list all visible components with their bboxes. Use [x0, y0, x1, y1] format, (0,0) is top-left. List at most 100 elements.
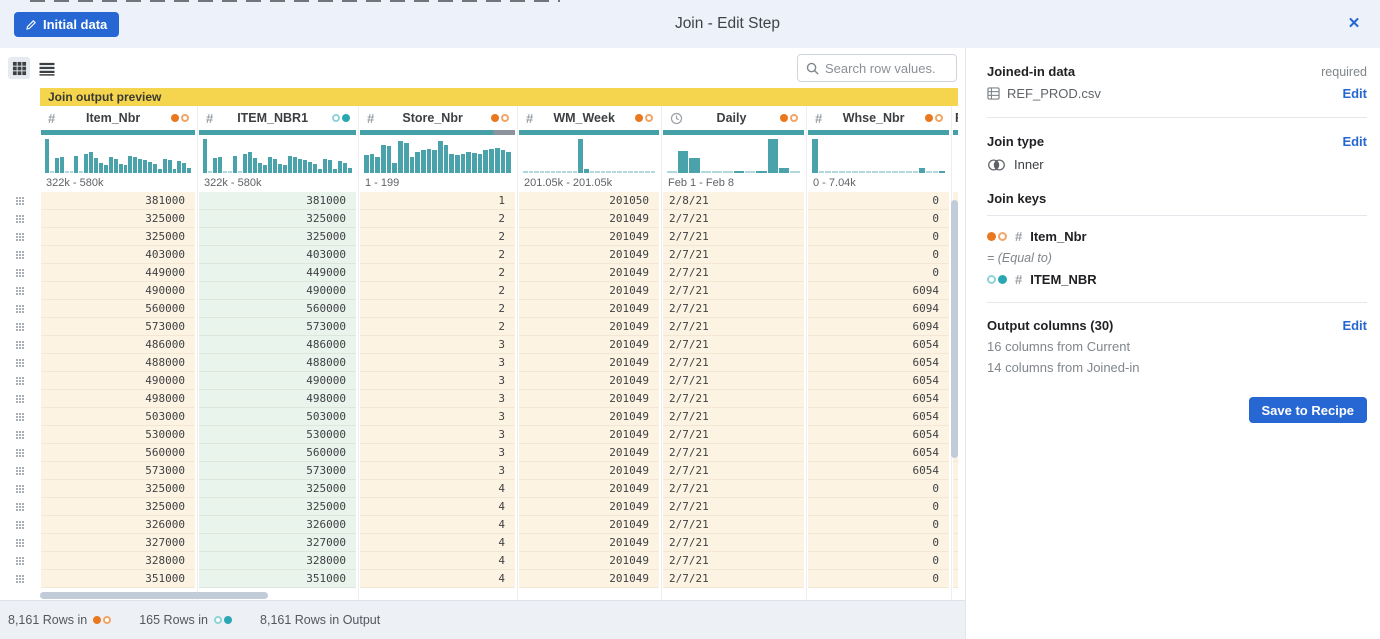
orange-filled-dot [987, 232, 996, 241]
table-cell: 503000 [41, 408, 195, 426]
histogram-range-label: 201.05k - 201.05k [524, 177, 612, 189]
save-to-recipe-button[interactable]: Save to Recipe [1249, 397, 1368, 423]
histogram-bar [404, 143, 409, 173]
column-name: Store_Nbr [374, 111, 491, 125]
table-cell: 498000 [41, 390, 195, 408]
histogram-bar [84, 154, 88, 173]
column-header-wm_week[interactable]: #WM_Week [518, 106, 661, 130]
table-cell: 201049 [519, 516, 659, 534]
histogram-bar [645, 171, 650, 173]
histogram-bar [768, 139, 778, 173]
status-bar: 8,161 Rows in 165 Rows in 8,161 Rows in … [0, 600, 965, 639]
row-handle-icon [16, 269, 18, 271]
histogram-bar [866, 171, 872, 173]
table-cell: 351000 [199, 570, 356, 588]
histogram-bar [612, 171, 617, 173]
column-header-item_nbr[interactable]: #Item_Nbr [40, 106, 197, 130]
table-cell: 0 [808, 264, 949, 282]
histogram-bar [148, 162, 152, 173]
table-cell: 6094 [808, 282, 949, 300]
table-cell: 2/7/21 [663, 426, 804, 444]
table-cell: 201049 [519, 444, 659, 462]
row-handle-icon [16, 575, 18, 577]
column-name: Whse_Nbr [822, 111, 925, 125]
histogram-bar [114, 159, 118, 173]
edit-joined-in-link[interactable]: Edit [1342, 86, 1367, 101]
orange-outline-dot [790, 114, 798, 122]
histogram-bars [957, 139, 958, 173]
table-cell: 201049 [519, 354, 659, 372]
histogram-bar [812, 139, 818, 173]
histogram-range-label: 0 - 7.04k [813, 177, 856, 189]
histogram-bar [506, 152, 511, 173]
table-cell: 449000 [41, 264, 195, 282]
histogram-bar [50, 171, 54, 173]
table-cell: 6054 [808, 426, 949, 444]
table-cell: 4 [360, 552, 515, 570]
column-header-whse_nbr[interactable]: #Whse_Nbr [807, 106, 951, 130]
table-cell: 503000 [199, 408, 356, 426]
histogram-bar [298, 159, 302, 173]
table-cell: 2/7/21 [663, 480, 804, 498]
column-name: ITEM_NBR1 [213, 111, 332, 125]
histogram-bar [523, 171, 528, 173]
histogram-bar [421, 150, 426, 173]
column-header-item_nbr1[interactable]: #ITEM_NBR1 [198, 106, 358, 130]
table-cell [953, 498, 958, 516]
table-cell: 381000 [41, 192, 195, 210]
histogram-bar [712, 171, 722, 173]
orange-filled-dot [635, 114, 643, 122]
histogram-bar [455, 155, 460, 173]
join-config-panel: Joined-in data required REF_PROD.csv Edi… [965, 48, 1380, 639]
row-handle-icon [16, 431, 18, 433]
search-input[interactable] [825, 61, 948, 76]
table-cell: 3 [360, 444, 515, 462]
column-histogram: 0 - 7.04k [808, 135, 949, 192]
histogram-bar [333, 169, 337, 173]
table-cell: 490000 [41, 372, 195, 390]
table-cell: 2 [360, 228, 515, 246]
table-cell: 0 [808, 192, 949, 210]
histogram-bar [203, 139, 207, 173]
table-cell: 201049 [519, 210, 659, 228]
table-cell: 325000 [41, 498, 195, 516]
row-handle-icon [16, 377, 18, 379]
edit-output-columns-link[interactable]: Edit [1342, 318, 1367, 333]
column-item_nbr1: #ITEM_NBR1322k - 580k3810003250003250004… [197, 106, 358, 600]
histogram-bar [273, 159, 277, 173]
row-handle-icon [16, 413, 18, 415]
table-cell: 3 [360, 390, 515, 408]
teal-filled-dot [224, 616, 232, 624]
list-view-icon[interactable] [36, 57, 58, 79]
column-header-store_nbr[interactable]: #Store_Nbr [359, 106, 517, 130]
histogram-bar [495, 148, 500, 173]
column-header-r[interactable]: R [952, 106, 958, 130]
table-cell: 449000 [199, 264, 356, 282]
histogram-bar [74, 156, 78, 173]
histogram-bar [573, 171, 578, 173]
histogram-bar [852, 171, 858, 173]
table-cell: 6054 [808, 390, 949, 408]
histogram-bar [466, 152, 471, 173]
orange-filled-dot [780, 114, 788, 122]
grid-view-icon[interactable] [8, 57, 30, 79]
join-type-heading: Join type [987, 134, 1044, 149]
vertical-scrollbar[interactable] [951, 200, 958, 458]
table-cell: 6054 [808, 336, 949, 354]
histogram-bar [483, 150, 488, 173]
join-edit-dialog: Initial data Join - Edit Step ✕ [0, 0, 1380, 639]
histogram-bar [328, 160, 332, 173]
edit-join-type-link[interactable]: Edit [1342, 134, 1367, 149]
table-cell: 4 [360, 516, 515, 534]
histogram-bar [756, 171, 766, 173]
column-header-daily[interactable]: Daily [662, 106, 806, 130]
horizontal-scrollbar[interactable] [40, 592, 268, 599]
join-key-left-name: Item_Nbr [1030, 229, 1086, 244]
search-icon [806, 62, 819, 75]
table-cell [953, 462, 958, 480]
histogram-range-label: Feb 1 - Feb 8 [668, 177, 734, 189]
output-columns-joined: 14 columns from Joined-in [987, 360, 1367, 375]
histogram-bar [556, 171, 561, 173]
histogram-bar [119, 164, 123, 173]
close-icon[interactable]: ✕ [1344, 14, 1364, 34]
